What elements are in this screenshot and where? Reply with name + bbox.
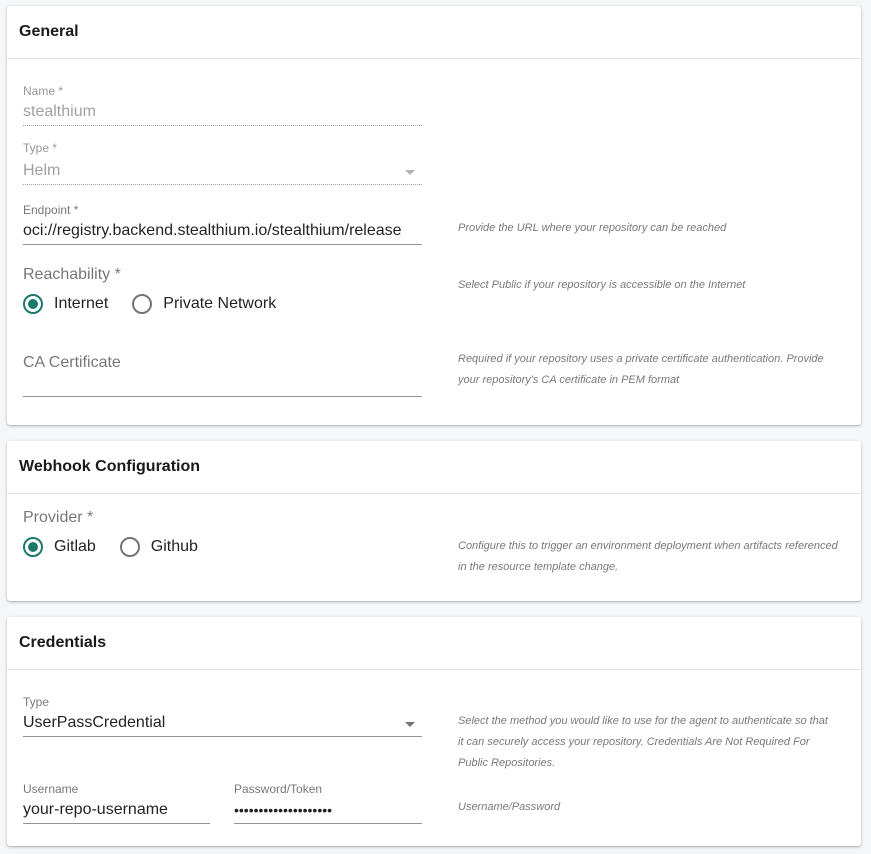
name-label: Name * — [23, 84, 64, 98]
credentials-title: Credentials — [19, 634, 107, 651]
reachability-option-internet[interactable]: Internet — [23, 294, 108, 314]
endpoint-input[interactable]: oci://registry.backend.stealthium.io/ste… — [23, 217, 422, 245]
chevron-down-icon — [405, 169, 415, 175]
radio-unchecked-icon — [132, 294, 153, 314]
username-input[interactable]: your-repo-username — [23, 796, 210, 824]
provider-option-label: Github — [150, 538, 198, 555]
password-value: •••••••••••••••••••• — [234, 801, 333, 818]
webhook-card: Webhook Configuration Provider * Gitlab … — [7, 441, 861, 601]
credential-type-value: UserPassCredential — [23, 713, 166, 731]
ca-certificate-help: Required if your repository uses a priva… — [458, 349, 824, 391]
username-value: your-repo-username — [23, 800, 168, 818]
type-label: Type * — [23, 141, 58, 155]
radio-unchecked-icon — [119, 537, 140, 557]
endpoint-value: oci://registry.backend.stealthium.io/ste… — [23, 221, 402, 239]
ca-help-line1: Required if your repository uses a priva… — [458, 353, 824, 365]
provider-option-label: Gitlab — [54, 538, 96, 555]
webhook-title: Webhook Configuration — [19, 458, 201, 475]
reachability-option-private-network[interactable]: Private Network — [132, 294, 276, 314]
general-header: General — [7, 6, 861, 59]
ca-help-line2: your repository's CA certificate in PEM … — [458, 374, 680, 386]
reachability-help: Select Public if your repository is acce… — [458, 279, 746, 291]
provider-radio-group: Gitlab Github — [23, 537, 222, 557]
radio-checked-icon — [23, 537, 43, 557]
credentials-card: Credentials Type UserPassCredential Sele… — [7, 617, 861, 846]
credential-help-line3: Public Repositories. — [458, 757, 556, 769]
username-label: Username — [23, 782, 79, 796]
credential-help-line2: it can securely access your repository. … — [458, 736, 810, 748]
general-card: General Name * stealthium Type * Helm En… — [7, 6, 861, 425]
webhook-help-line1: Configure this to trigger an environment… — [458, 540, 838, 552]
endpoint-label: Endpoint * — [23, 203, 79, 217]
provider-option-github[interactable]: Github — [119, 537, 198, 557]
password-label: Password/Token — [234, 782, 323, 796]
endpoint-help: Provide the URL where your repository ca… — [458, 222, 727, 234]
name-value: stealthium — [23, 102, 96, 120]
radio-checked-icon — [23, 294, 43, 314]
reachability-option-label: Internet — [54, 295, 109, 312]
ca-certificate-input[interactable]: CA Certificate — [23, 352, 422, 397]
general-title: General — [19, 23, 79, 40]
userpass-help: Username/Password — [458, 801, 561, 813]
password-input[interactable]: •••••••••••••••••••• — [234, 796, 422, 824]
ca-certificate-label: CA Certificate — [23, 354, 121, 371]
credential-type-help: Select the method you would like to use … — [458, 711, 828, 774]
credential-help-line1: Select the method you would like to use … — [458, 715, 828, 727]
credential-type-label: Type — [23, 695, 50, 709]
webhook-help: Configure this to trigger an environment… — [458, 536, 838, 578]
credential-type-select[interactable]: UserPassCredential — [23, 709, 422, 737]
type-select[interactable]: Helm — [23, 157, 422, 185]
name-field[interactable]: stealthium — [23, 98, 422, 126]
provider-label: Provider * — [23, 509, 94, 526]
type-value: Helm — [23, 161, 61, 179]
reachability-radio-group: Internet Private Network — [23, 294, 300, 314]
reachability-label: Reachability * — [23, 266, 121, 283]
credentials-header: Credentials — [7, 617, 861, 670]
webhook-header: Webhook Configuration — [7, 441, 861, 494]
provider-option-gitlab[interactable]: Gitlab — [23, 537, 96, 557]
chevron-down-icon — [405, 721, 415, 727]
reachability-option-label: Private Network — [163, 295, 277, 312]
webhook-help-line2: in the resource template change. — [458, 561, 619, 573]
